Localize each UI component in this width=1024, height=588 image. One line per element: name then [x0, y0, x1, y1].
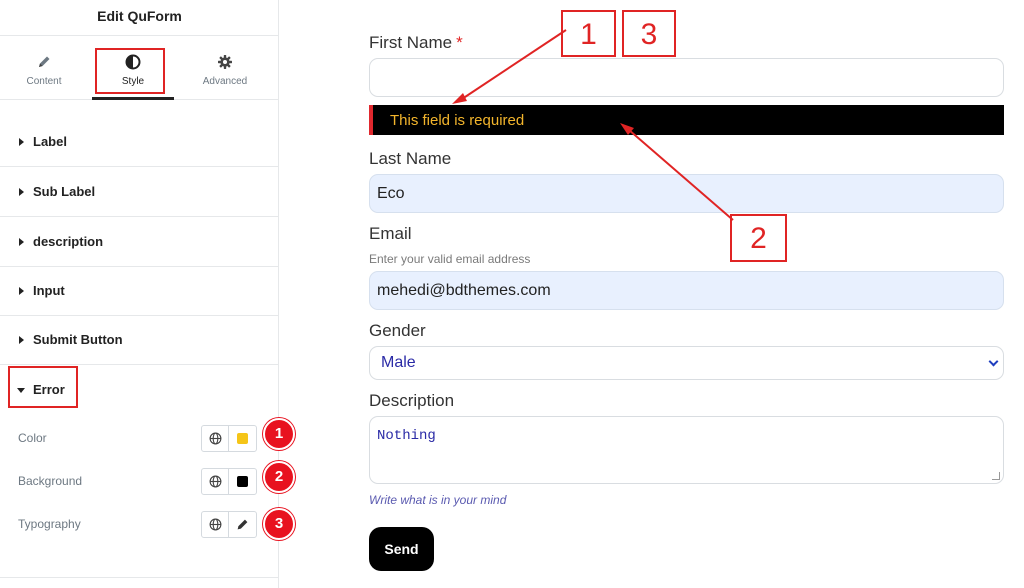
callout-1: 1 — [561, 10, 616, 57]
email-label: Email — [369, 224, 412, 243]
section-label[interactable]: Label — [0, 118, 279, 167]
section-description-title: description — [33, 234, 104, 249]
tab-advanced-label: Advanced — [202, 76, 248, 87]
typography-control-group — [201, 511, 257, 538]
pencil-icon — [237, 519, 248, 530]
description-hint: Write what is in your mind — [369, 493, 507, 507]
edit-typography-button[interactable] — [229, 512, 256, 537]
editor-panel: Edit QuForm Content Style Advanced Label… — [0, 0, 279, 588]
section-input-title: Input — [33, 283, 65, 298]
tab-advanced[interactable]: Advanced — [185, 42, 265, 100]
globe-icon — [209, 518, 222, 531]
error-background-control: Background — [0, 466, 279, 496]
email-hint: Enter your valid email address — [369, 252, 531, 266]
caret-right-icon — [19, 287, 24, 295]
background-picker-button[interactable] — [229, 469, 256, 494]
globe-icon — [209, 475, 222, 488]
marker-1: 1 — [263, 418, 295, 450]
section-input[interactable]: Input — [0, 267, 279, 316]
description-label: Description — [369, 391, 455, 410]
last-name-input[interactable]: Eco — [369, 174, 1004, 213]
first-name-label-text: First Name — [369, 33, 453, 52]
gender-label: Gender — [369, 321, 426, 340]
marker-3: 3 — [263, 508, 295, 540]
section-description[interactable]: description — [0, 218, 279, 267]
error-section-highlight — [8, 366, 78, 408]
section-submit-button[interactable]: Submit Button — [0, 316, 279, 365]
caret-right-icon — [19, 138, 24, 146]
marker-2: 2 — [263, 461, 295, 493]
global-typography-button[interactable] — [202, 512, 229, 537]
caret-right-icon — [19, 238, 24, 246]
last-name-label: Last Name — [369, 149, 452, 168]
gender-selected-value: Male — [381, 354, 416, 371]
color-control-group — [201, 425, 257, 452]
description-value: Nothing — [377, 428, 436, 444]
first-name-input[interactable] — [369, 58, 1004, 97]
required-mark: * — [456, 33, 463, 52]
active-tab-indicator — [92, 97, 174, 100]
panel-title: Edit QuForm — [0, 0, 279, 36]
caret-right-icon — [19, 336, 24, 344]
first-name-label: First Name * — [369, 33, 463, 53]
globe-icon — [209, 432, 222, 445]
tab-content-label: Content — [26, 76, 62, 87]
background-control-group — [201, 468, 257, 495]
global-color-button[interactable] — [202, 426, 229, 451]
background-label: Background — [18, 474, 83, 488]
callout-2: 2 — [730, 214, 787, 262]
section-label-title: Label — [33, 134, 67, 149]
background-swatch — [237, 476, 248, 487]
error-message: This field is required — [369, 105, 1004, 135]
caret-right-icon — [19, 188, 24, 196]
gear-icon — [218, 55, 232, 69]
pencil-icon — [39, 56, 50, 67]
gender-select[interactable]: Male — [369, 346, 1004, 380]
style-tab-highlight — [95, 48, 165, 94]
callout-3: 3 — [622, 10, 676, 57]
divider — [0, 577, 279, 578]
color-picker-button[interactable] — [229, 426, 256, 451]
global-background-button[interactable] — [202, 469, 229, 494]
section-sub-label[interactable]: Sub Label — [0, 168, 279, 217]
tab-content[interactable]: Content — [4, 42, 84, 100]
error-color-control: Color — [0, 423, 279, 453]
error-typography-control: Typography — [0, 509, 279, 539]
typography-label: Typography — [18, 517, 81, 531]
resize-grip-icon[interactable] — [992, 472, 1000, 480]
description-textarea[interactable]: Nothing — [369, 416, 1004, 484]
color-swatch — [237, 433, 248, 444]
email-input[interactable]: mehedi@bdthemes.com — [369, 271, 1004, 310]
section-sub-label-title: Sub Label — [33, 184, 96, 199]
section-submit-button-title: Submit Button — [33, 332, 123, 347]
error-message-text: This field is required — [390, 112, 525, 129]
send-button[interactable]: Send — [369, 527, 434, 571]
color-label: Color — [18, 431, 47, 445]
chevron-down-icon — [988, 356, 999, 367]
